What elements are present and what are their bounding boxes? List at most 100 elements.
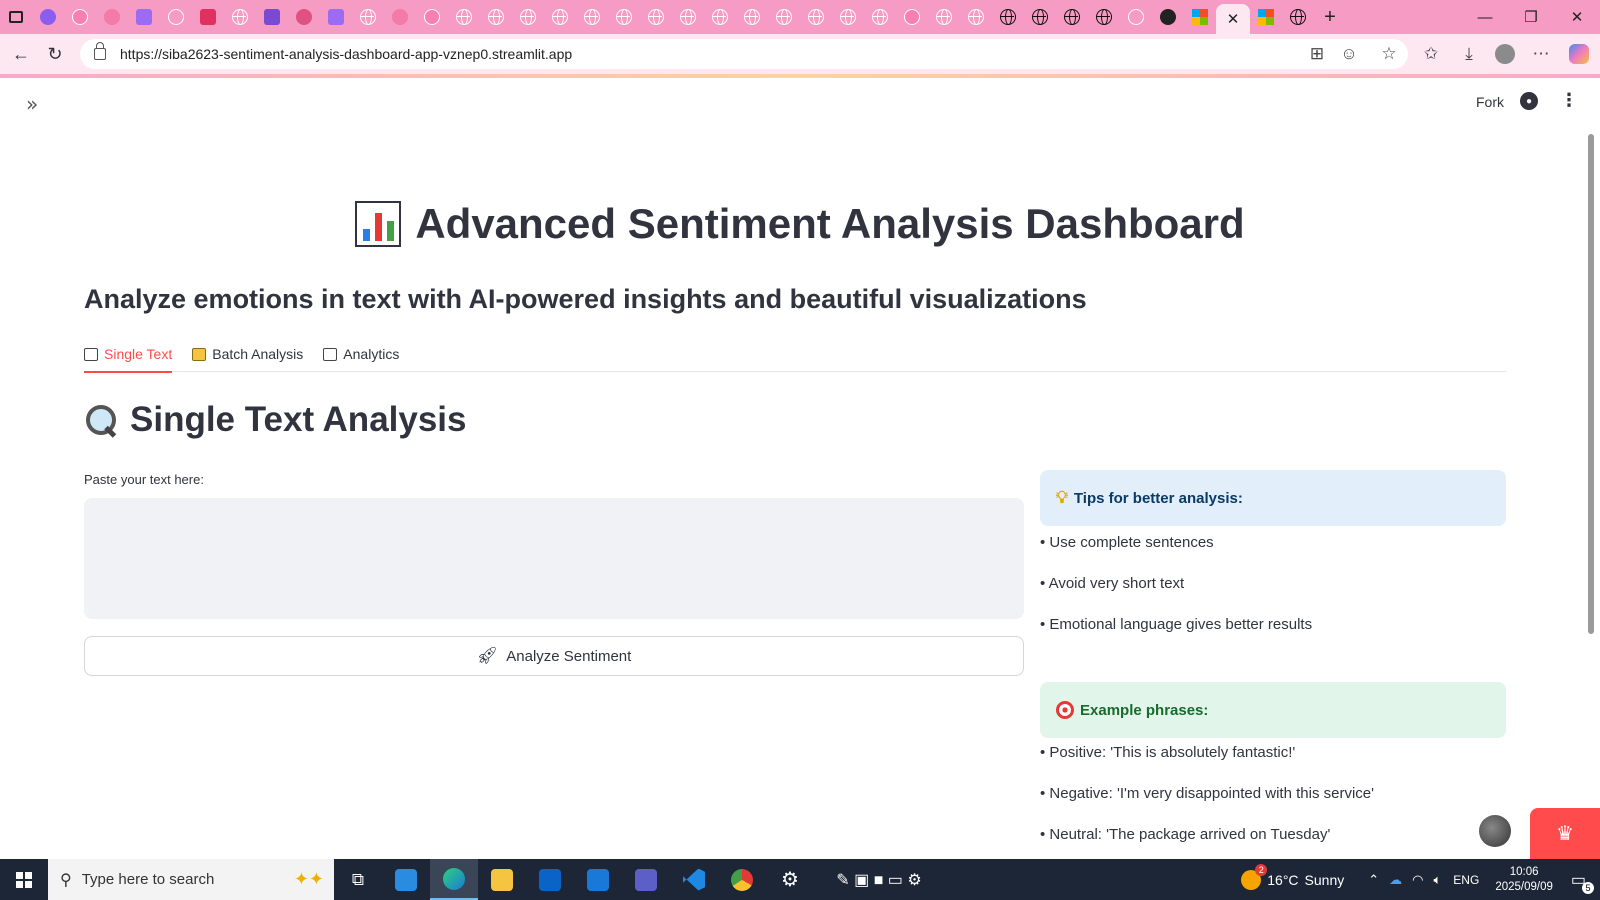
favorites-icon[interactable]: ✩ [1414,34,1448,74]
restore-icon[interactable]: ❐ [1508,0,1554,34]
start-button[interactable] [0,859,48,900]
tab-single-text[interactable]: Single Text [84,336,173,373]
browser-tab[interactable] [224,0,256,34]
browser-tab[interactable] [992,0,1024,34]
tab-batch-analysis[interactable]: Batch Analysis [192,336,303,372]
browser-tab[interactable] [896,0,928,34]
chrome-icon[interactable] [718,859,766,900]
browser-tab[interactable] [960,0,992,34]
weather-icon[interactable]: 2 [1241,863,1268,890]
pinned-tools-icon[interactable]: ✎ ▣ ■ ▭ ⚙ [814,859,944,900]
weather-badge: 2 [1255,863,1268,876]
page-title: Advanced Sentiment Analysis Dashboard [0,200,1600,248]
github-tab-icon[interactable] [1152,0,1184,34]
browser-tab[interactable] [800,0,832,34]
browser-tab[interactable] [160,0,192,34]
store-icon[interactable] [382,859,430,900]
vscode-icon[interactable] [670,859,718,900]
profile-icon[interactable] [1488,34,1522,74]
back-arrow-icon[interactable]: ← [4,37,38,71]
browser-tab[interactable] [512,0,544,34]
browser-tab[interactable] [384,0,416,34]
analyze-button-label: Analyze Sentiment [506,647,632,665]
chevron-up-icon[interactable]: ⌃ [1368,872,1379,888]
taskbar-search[interactable]: ⚲ Type here to search ✦✦ [48,859,334,900]
refresh-icon[interactable]: ↻ [38,37,72,71]
browser-tab[interactable] [128,0,160,34]
browser-tab[interactable] [352,0,384,34]
downloads-icon[interactable]: ⤓ [1452,34,1486,74]
browser-tab[interactable] [544,0,576,34]
browser-tab[interactable] [672,0,704,34]
reader-icon[interactable]: ☺ [1332,34,1366,74]
tips-callout: 💡︎ Tips for better analysis: [1040,470,1506,526]
browser-tab[interactable] [832,0,864,34]
settings-icon[interactable]: ⚙ [766,859,814,900]
microsoft-tab-icon[interactable] [1250,0,1282,34]
onedrive-icon[interactable]: ☁ [1389,872,1402,888]
edge-icon[interactable] [430,859,478,900]
browser-tab[interactable] [416,0,448,34]
crown-icon[interactable]: ♛ [1530,808,1600,859]
browser-tab[interactable] [1088,0,1120,34]
browser-tab[interactable] [1024,0,1056,34]
url-field[interactable]: https://siba2623-sentiment-analysis-dash… [80,39,1408,69]
browser-tab[interactable] [1282,0,1314,34]
browser-tab[interactable] [256,0,288,34]
notification-icon[interactable]: ▭ 5 [1571,870,1594,894]
sidebar-expand-icon[interactable]: » [26,92,38,116]
browser-tab[interactable] [96,0,128,34]
copilot-icon[interactable] [1562,34,1596,74]
close-window-icon[interactable]: ✕ [1554,0,1600,34]
app-page: » Fork ● ⋮ Advanced Sentiment Analysis D… [0,78,1600,859]
main-menu-icon[interactable]: ⋮ [1560,90,1578,111]
tab-analytics[interactable]: Analytics [323,336,399,372]
teams-icon[interactable] [622,859,670,900]
browser-tab[interactable] [480,0,512,34]
favorite-star-icon[interactable]: ☆ [1372,34,1406,74]
clock[interactable]: 10:06 2025/09/09 [1483,865,1565,895]
example-item: • Negative: 'I'm very disappointed with … [1040,785,1374,802]
text-input-area[interactable] [84,498,1024,619]
browser-tab[interactable] [1120,0,1152,34]
active-tab-close-icon[interactable]: ✕ [1216,4,1250,34]
browser-tab[interactable] [736,0,768,34]
browser-tab[interactable] [32,0,64,34]
browser-tab[interactable] [704,0,736,34]
volume-icon[interactable]: 🔈︎ [1433,872,1441,888]
language-indicator[interactable]: ENG [1453,873,1479,887]
browser-tab[interactable] [640,0,672,34]
tab-label: Single Text [104,346,173,362]
task-view-icon[interactable]: ⧉ [334,859,382,900]
browser-tab[interactable] [768,0,800,34]
weather-temp[interactable]: 16°C [1267,872,1298,888]
examples-callout: Example phrases: [1040,682,1506,738]
outlook-classic-icon[interactable] [574,859,622,900]
more-menu-icon[interactable]: ⋯ [1524,34,1558,74]
minimize-icon[interactable]: — [1462,0,1508,34]
example-item: • Positive: 'This is absolutely fantasti… [1040,744,1296,761]
fork-button[interactable]: Fork [1476,94,1504,110]
new-tab-button[interactable]: + [1314,0,1346,34]
wifi-icon[interactable]: ◠ [1412,872,1423,888]
github-icon[interactable]: ● [1520,92,1538,110]
weather-condition[interactable]: Sunny [1305,872,1345,888]
app-available-icon[interactable]: ⊞ [1300,34,1334,74]
notification-count: 5 [1582,881,1594,894]
analyze-sentiment-button[interactable]: 🚀︎ Analyze Sentiment [84,636,1024,676]
file-explorer-icon[interactable] [478,859,526,900]
browser-tab[interactable] [864,0,896,34]
tab-actions-icon[interactable] [0,0,32,34]
browser-tab[interactable] [928,0,960,34]
browser-tab[interactable] [192,0,224,34]
browser-tab[interactable] [448,0,480,34]
browser-tab[interactable] [64,0,96,34]
browser-tab[interactable] [1056,0,1088,34]
microsoft-tab-icon[interactable] [1184,0,1216,34]
browser-tab[interactable] [608,0,640,34]
user-avatar[interactable] [1479,815,1511,847]
browser-tab[interactable] [320,0,352,34]
browser-tab[interactable] [288,0,320,34]
browser-tab[interactable] [576,0,608,34]
outlook-icon[interactable] [526,859,574,900]
